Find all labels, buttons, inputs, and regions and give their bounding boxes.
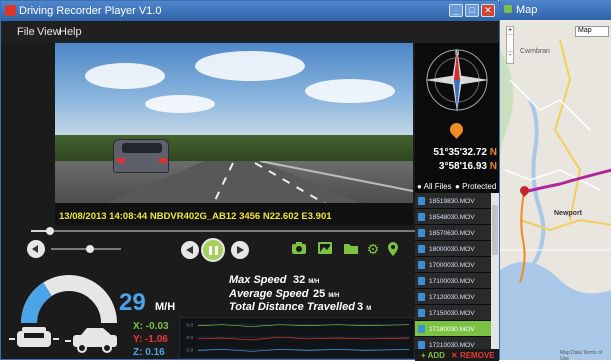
minimize-button[interactable]: _: [449, 4, 463, 17]
gsensor-y: Y: -1.06: [133, 334, 168, 345]
file-name: 17210030.MOV: [429, 342, 475, 349]
video-file-icon: [418, 261, 425, 269]
video-file-icon: [418, 245, 425, 253]
speed-gauge: [21, 275, 117, 323]
map-window: Map Map + - Cwmbran Newport Map Data Ter…: [499, 0, 611, 360]
video-file-icon: [418, 213, 425, 221]
zoom-out-button[interactable]: -: [507, 52, 513, 59]
seek-handle[interactable]: [46, 227, 55, 235]
vehicle-orientation-icons: [9, 327, 117, 353]
total-distance-row: Total Distance Travelled 3 M: [229, 301, 372, 313]
file-filter-tabs: ● All Files ● Protected: [415, 181, 499, 193]
svg-text:N: N: [455, 51, 459, 57]
file-list-item[interactable]: 17120030.MOV: [415, 289, 491, 305]
tab-all-files[interactable]: ● All Files: [417, 182, 452, 191]
volume-control: [27, 239, 127, 259]
video-overlay-text: 13/08/2013 14:08:44 NBDVR402G_AB12 3456 …: [59, 211, 332, 222]
settings-gear-icon[interactable]: ⚙: [365, 241, 381, 257]
maximize-button[interactable]: □: [465, 4, 479, 17]
video-file-icon: [418, 197, 425, 205]
menu-view[interactable]: View: [37, 26, 61, 38]
title-bar: Driving Recorder Player V1.0 _ □ ✕: [1, 1, 499, 21]
file-list-item[interactable]: 18000030.MOV: [415, 241, 491, 257]
previous-button[interactable]: [181, 241, 199, 259]
file-list[interactable]: 17210030.MOV 17180030.MOV 17150030.MOV 1712…: [415, 193, 499, 351]
file-list-item[interactable]: 17100030.MOV: [415, 273, 491, 289]
menu-bar: File View Help: [1, 21, 499, 43]
file-list-item[interactable]: 18570630.MOV: [415, 225, 491, 241]
file-list-item[interactable]: 18519830.MOV: [415, 193, 491, 209]
file-name: 18000030.MOV: [429, 246, 475, 253]
file-name: 18548030.MOV: [429, 214, 475, 221]
video-file-icon: [418, 325, 425, 333]
graph-tick-0: 0.0: [187, 323, 194, 329]
file-list-item[interactable]: 17000030.MOV: [415, 257, 491, 273]
player-window: Driving Recorder Player V1.0 _ □ ✕ File …: [0, 0, 499, 361]
map-title: Map: [516, 4, 538, 16]
current-speed: 29: [119, 289, 146, 316]
zoom-in-button[interactable]: +: [507, 27, 513, 34]
file-list-item[interactable]: 17150030.MOV: [415, 305, 491, 321]
close-button[interactable]: ✕: [481, 4, 495, 17]
gsensor-x: X: -0.03: [133, 321, 169, 332]
map-place-cwmbran: Cwmbran: [520, 48, 550, 55]
video-display[interactable]: 13/08/2013 14:08:44 NBDVR402G_AB12 3456 …: [55, 43, 413, 225]
gsensor-graph: 0.0 0.0 0.0: [179, 317, 415, 359]
video-file-icon: [418, 277, 425, 285]
file-name: 17000030.MOV: [429, 262, 475, 269]
file-list-scrollbar[interactable]: [491, 193, 499, 351]
pause-button[interactable]: [201, 238, 225, 262]
tab-protected[interactable]: ● Protected: [455, 182, 496, 191]
snapshot-camera-icon[interactable]: [291, 241, 307, 257]
max-speed-row: Max Speed 32 M/H: [229, 274, 320, 286]
map-pin-icon[interactable]: [385, 241, 401, 257]
file-name: 17150030.MOV: [429, 310, 475, 317]
map-canvas[interactable]: [500, 20, 611, 360]
average-speed-row: Average Speed 25 M/H: [229, 288, 340, 300]
file-list-item[interactable]: 17180030.MOV: [415, 321, 491, 337]
map-title-bar: Map: [500, 0, 611, 20]
video-file-icon: [418, 229, 425, 237]
folder-icon[interactable]: [343, 241, 359, 257]
map-zoom-control[interactable]: + -: [506, 26, 514, 64]
gallery-icon[interactable]: [317, 241, 333, 257]
app-icon: [5, 5, 16, 16]
graph-tick-2: 0.0: [187, 347, 194, 353]
compass-icon: N: [425, 48, 489, 112]
gsensor-z: Z: 0.16: [133, 347, 165, 358]
window-title: Driving Recorder Player V1.0: [19, 5, 162, 17]
file-name: 17100030.MOV: [429, 278, 475, 285]
remove-button[interactable]: ✕ REMOVE: [451, 351, 495, 360]
gps-latitude: 51°35'32.72 N: [433, 147, 497, 158]
location-pin-icon: [447, 120, 466, 139]
right-panel: N 51°35'32.72 N 3°58'16.93 N ● All Files…: [415, 43, 499, 361]
file-name: 18570630.MOV: [429, 230, 475, 237]
file-name: 17120030.MOV: [429, 294, 475, 301]
file-name: 18519830.MOV: [429, 198, 475, 205]
file-list-item[interactable]: 18548030.MOV: [415, 209, 491, 225]
menu-help[interactable]: Help: [59, 26, 82, 38]
seek-bar[interactable]: [31, 227, 415, 235]
map-footer: Map Data Terms of Use: [560, 350, 603, 360]
map-place-newport: Newport: [554, 210, 582, 217]
video-sky: [55, 43, 413, 138]
file-actions: + ADD ✕ REMOVE: [415, 349, 499, 361]
car-ahead: [113, 139, 169, 173]
volume-icon[interactable]: [27, 240, 45, 258]
video-file-icon: [418, 341, 425, 349]
menu-file[interactable]: File: [17, 26, 35, 38]
file-name: 17180030.MOV: [429, 326, 475, 333]
graph-tick-1: 0.0: [187, 335, 194, 341]
speed-unit: M/H: [155, 301, 176, 313]
map-type-select[interactable]: Map: [575, 26, 609, 37]
video-file-icon: [418, 293, 425, 301]
video-file-icon: [418, 309, 425, 317]
next-button[interactable]: [231, 241, 249, 259]
add-button[interactable]: + ADD: [421, 351, 445, 360]
gps-longitude: 3°58'16.93 N: [438, 161, 497, 172]
volume-slider-handle[interactable]: [85, 245, 94, 253]
